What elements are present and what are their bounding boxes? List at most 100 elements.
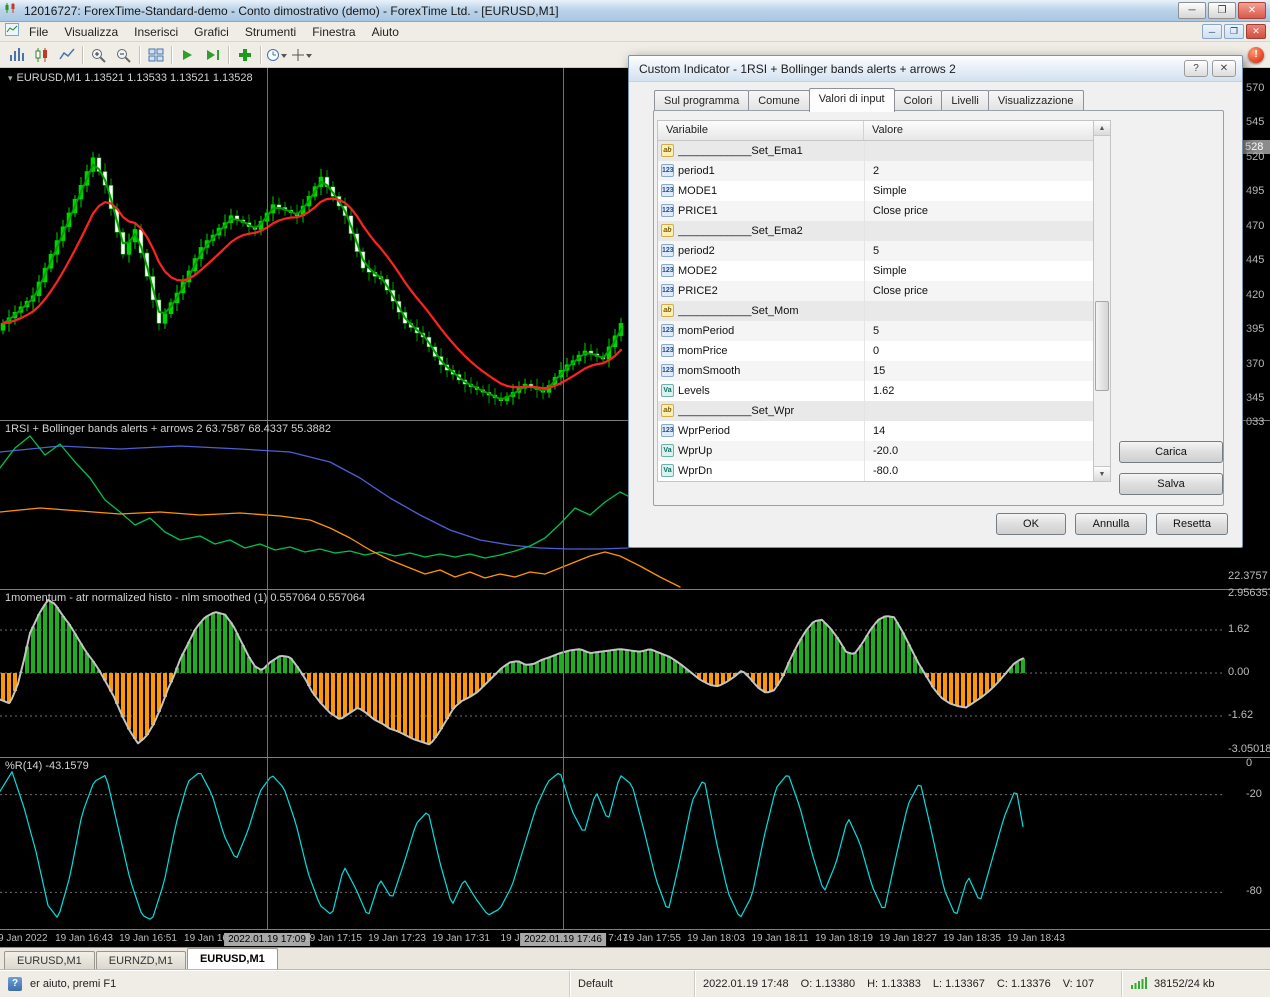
- menu-item-inserisci[interactable]: Inserisci: [126, 23, 186, 41]
- param-row[interactable]: ab____________Set_Ema1: [658, 141, 1093, 161]
- help-icon: ?: [8, 977, 22, 991]
- param-value[interactable]: [864, 221, 1093, 241]
- toolbar-separator: [260, 46, 261, 64]
- param-name: ____________Set_Ema2: [678, 221, 864, 241]
- param-row[interactable]: ab____________Set_Mom: [658, 301, 1093, 321]
- column-header-variabile[interactable]: Variabile: [658, 121, 864, 140]
- param-value[interactable]: [864, 141, 1093, 161]
- dialog-close-button[interactable]: ✕: [1212, 60, 1236, 77]
- param-row[interactable]: 123MODE1Simple: [658, 181, 1093, 201]
- dialog-tab-visualizzazione[interactable]: Visualizzazione: [988, 90, 1084, 111]
- window-close-button[interactable]: ✕: [1238, 2, 1266, 19]
- param-row[interactable]: VaWprUp-20.0: [658, 441, 1093, 461]
- toolbar-separator: [82, 46, 83, 64]
- param-value[interactable]: 5: [864, 321, 1093, 341]
- chart-shift-button[interactable]: [200, 44, 225, 66]
- param-value[interactable]: 15: [864, 361, 1093, 381]
- dialog-tab-comune[interactable]: Comune: [748, 90, 810, 111]
- menu-item-file[interactable]: File: [21, 23, 56, 41]
- chart-close-button[interactable]: ✕: [1246, 24, 1266, 39]
- dialog-tab-colori[interactable]: Colori: [894, 90, 943, 111]
- param-row[interactable]: 123PRICE2Close price: [658, 281, 1093, 301]
- zoom-in-button[interactable]: [86, 44, 111, 66]
- dialog-tab-livelli[interactable]: Livelli: [941, 90, 989, 111]
- chart-tab-eurnzd-m1[interactable]: EURNZD,M1: [96, 951, 186, 970]
- timeframes-button[interactable]: [264, 44, 289, 66]
- window-minimize-button[interactable]: ─: [1178, 2, 1206, 19]
- menu-item-finestra[interactable]: Finestra: [304, 23, 363, 41]
- window-titlebar[interactable]: 12016727: ForexTime-Standard-demo - Cont…: [0, 0, 1270, 22]
- scrollbar-down-button[interactable]: ▼: [1094, 466, 1110, 481]
- param-row[interactable]: 123period12: [658, 161, 1093, 181]
- param-value[interactable]: 5: [864, 241, 1093, 261]
- param-row[interactable]: 123momPeriod5: [658, 321, 1093, 341]
- dialog-tab-valori-di-input[interactable]: Valori di input: [809, 88, 895, 112]
- param-value[interactable]: Simple: [864, 261, 1093, 281]
- param-value[interactable]: 14: [864, 421, 1093, 441]
- traffic-label: 38152/24 kb: [1154, 978, 1215, 990]
- param-row[interactable]: 123momPrice0: [658, 341, 1093, 361]
- dialog-help-button[interactable]: ?: [1184, 60, 1208, 77]
- scrollbar-thumb[interactable]: [1095, 301, 1109, 391]
- scrollbar-up-button[interactable]: ▲: [1094, 121, 1110, 136]
- crosshair-button[interactable]: [289, 44, 314, 66]
- chart-minimize-button[interactable]: ─: [1202, 24, 1222, 39]
- menu-item-visualizza[interactable]: Visualizza: [56, 23, 126, 41]
- menu-item-grafici[interactable]: Grafici: [186, 23, 237, 41]
- param-row[interactable]: 123PRICE1Close price: [658, 201, 1093, 221]
- menu-item-strumenti[interactable]: Strumenti: [237, 23, 304, 41]
- tile-windows-button[interactable]: [143, 44, 168, 66]
- param-value[interactable]: Close price: [864, 201, 1093, 221]
- table-scrollbar[interactable]: ▲ ▼: [1094, 120, 1111, 482]
- resetta-button[interactable]: Resetta: [1156, 513, 1228, 535]
- column-header-valore[interactable]: Valore: [864, 121, 1093, 140]
- annulla-button[interactable]: Annulla: [1075, 513, 1147, 535]
- param-value[interactable]: 1.62: [864, 381, 1093, 401]
- param-row[interactable]: 123WprPeriod14: [658, 421, 1093, 441]
- auto-scroll-button[interactable]: [175, 44, 200, 66]
- chart-restore-button[interactable]: ❐: [1224, 24, 1244, 39]
- param-value[interactable]: [864, 401, 1093, 421]
- notification-icon[interactable]: !: [1248, 47, 1264, 63]
- param-value[interactable]: -20.0: [864, 441, 1093, 461]
- chart-bars-button[interactable]: [4, 44, 29, 66]
- status-quote-section: 2022.01.19 17:48 O: 1.13380 H: 1.13383 L…: [695, 971, 1122, 997]
- status-profile-section[interactable]: Default: [570, 971, 695, 997]
- param-value[interactable]: 0: [864, 341, 1093, 361]
- param-name: WprUp: [678, 441, 864, 461]
- chart-tab-eurusd-m1[interactable]: EURUSD,M1: [187, 948, 278, 970]
- quote-close: C: 1.13376: [997, 978, 1051, 990]
- param-value[interactable]: -80.0: [864, 461, 1093, 481]
- param-name: PRICE1: [678, 201, 864, 221]
- menu-item-aiuto[interactable]: Aiuto: [364, 23, 407, 41]
- dialog-tab-sul-programma[interactable]: Sul programma: [654, 90, 749, 111]
- salva-button[interactable]: Salva: [1119, 473, 1223, 495]
- param-row[interactable]: VaLevels1.62: [658, 381, 1093, 401]
- ok-button[interactable]: OK: [996, 513, 1066, 535]
- window-restore-button[interactable]: ❐: [1208, 2, 1236, 19]
- chart-candles-button[interactable]: [29, 44, 54, 66]
- param-row[interactable]: 123momSmooth15: [658, 361, 1093, 381]
- param-value[interactable]: [864, 301, 1093, 321]
- zoom-out-button[interactable]: [111, 44, 136, 66]
- param-row[interactable]: 123period25: [658, 241, 1093, 261]
- param-value[interactable]: Simple: [864, 181, 1093, 201]
- dialog-titlebar[interactable]: Custom Indicator - 1RSI + Bollinger band…: [629, 56, 1242, 82]
- chart-line-button[interactable]: [54, 44, 79, 66]
- double-type-icon: Va: [661, 464, 674, 477]
- param-value[interactable]: 2: [864, 161, 1093, 181]
- param-name: momSmooth: [678, 361, 864, 381]
- param-row[interactable]: 123MODE2Simple: [658, 261, 1093, 281]
- param-name: MODE1: [678, 181, 864, 201]
- param-value[interactable]: Close price: [864, 281, 1093, 301]
- carica-button[interactable]: Carica: [1119, 441, 1223, 463]
- param-row[interactable]: ab ____________Set_Ema2: [658, 221, 1093, 241]
- param-row[interactable]: VaWprDn-80.0: [658, 461, 1093, 481]
- chart-tab-eurusd-m1[interactable]: EURUSD,M1: [4, 951, 95, 970]
- param-name: momPeriod: [678, 321, 864, 341]
- dialog-title: Custom Indicator - 1RSI + Bollinger band…: [639, 62, 1180, 76]
- string-type-icon: ab: [661, 224, 674, 237]
- indicators-button[interactable]: [232, 44, 257, 66]
- status-help-text: er aiuto, premi F1: [30, 978, 116, 990]
- param-row[interactable]: ab____________Set_Wpr: [658, 401, 1093, 421]
